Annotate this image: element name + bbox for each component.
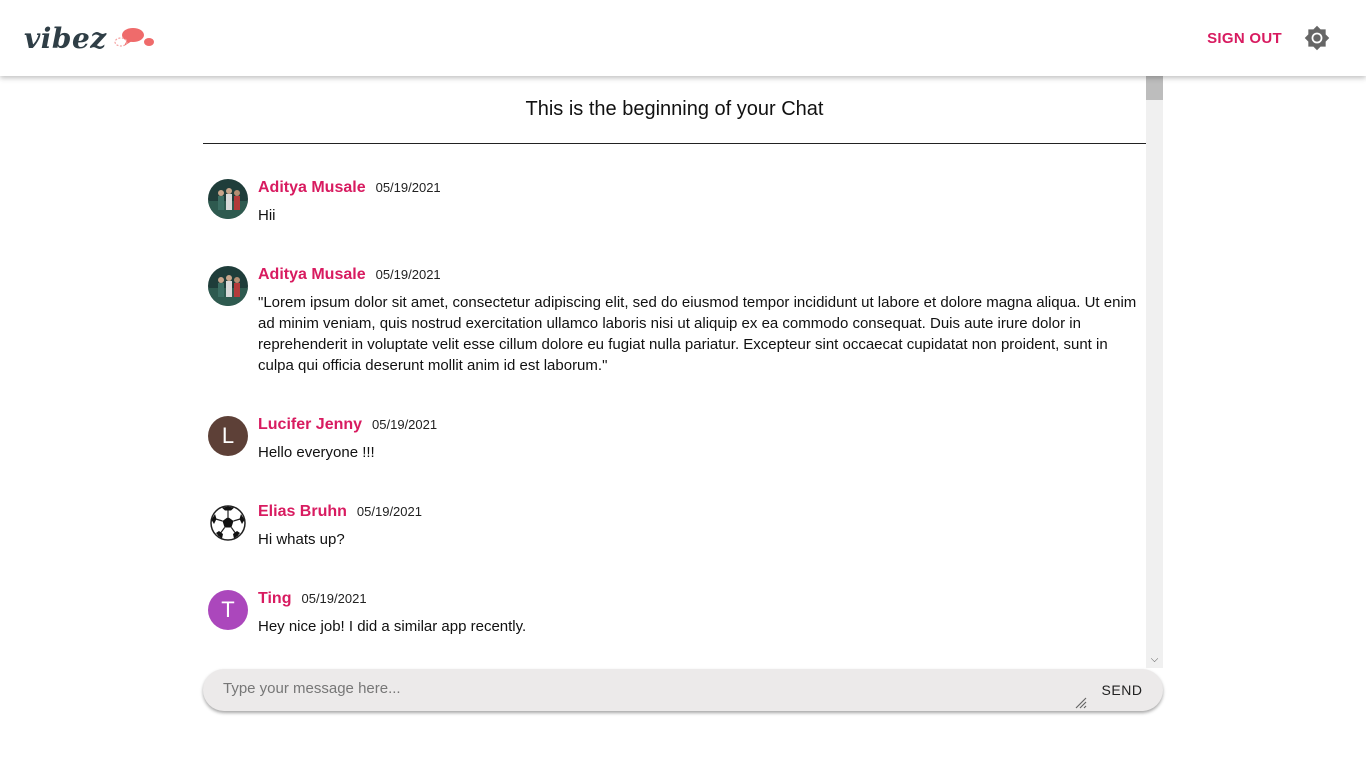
chevron-down-icon[interactable]: ⌵ xyxy=(1146,651,1163,668)
message-item: Aditya Musale 05/19/2021 "Lorem ipsum do… xyxy=(208,266,1143,376)
sign-out-button[interactable]: SIGN OUT xyxy=(1207,30,1282,47)
top-app-bar: vibez SIGN OUT xyxy=(0,0,1366,76)
message-item: L Lucifer Jenny 05/19/2021 Hello everyon… xyxy=(208,416,1143,463)
message-composer: SEND xyxy=(203,669,1163,711)
message-text: Hey nice job! I did a similar app recent… xyxy=(258,618,527,635)
message-date: 05/19/2021 xyxy=(375,267,441,282)
message-item: T Ting 05/19/2021 Hey nice job! I did a … xyxy=(208,590,1143,637)
chat-panel: This is the beginning of your Chat Adity… xyxy=(203,76,1163,668)
letter-avatar[interactable]: L xyxy=(208,416,248,456)
letter-avatar[interactable]: T xyxy=(208,590,248,630)
brightness-icon[interactable] xyxy=(1304,25,1330,51)
group-photo-avatar[interactable] xyxy=(208,179,248,219)
logo-text: vibez xyxy=(24,21,107,55)
group-photo-avatar[interactable] xyxy=(208,266,248,306)
message-author: Lucifer Jenny xyxy=(258,416,363,433)
message-input[interactable] xyxy=(203,669,1089,711)
message-text: "Lorem ipsum dolor sit amet, consectetur… xyxy=(258,294,1137,374)
app-logo[interactable]: vibez xyxy=(24,22,157,55)
message-list-scrollbar[interactable]: ⌵ xyxy=(1146,76,1163,668)
chat-bubbles-icon xyxy=(114,28,154,47)
message-item: Aditya Musale 05/19/2021 Hii xyxy=(208,179,1143,226)
message-list[interactable]: This is the beginning of your Chat Adity… xyxy=(203,76,1146,668)
message-text: Hii xyxy=(258,207,276,224)
message-author: Elias Bruhn xyxy=(258,503,347,520)
message-author: Ting xyxy=(258,590,292,607)
message-item: Elias Bruhn 05/19/2021 Hi whats up? xyxy=(208,503,1143,550)
message-date: 05/19/2021 xyxy=(301,591,367,606)
send-button[interactable]: SEND xyxy=(1089,669,1163,711)
message-author: Aditya Musale xyxy=(258,179,366,196)
soccer-ball-avatar[interactable] xyxy=(208,503,248,543)
message-text: Hi whats up? xyxy=(258,531,345,548)
message-text: Hello everyone !!! xyxy=(258,444,375,461)
message-date: 05/19/2021 xyxy=(356,504,422,519)
message-date: 05/19/2021 xyxy=(372,417,438,432)
message-author: Aditya Musale xyxy=(258,266,366,283)
resize-grip-icon[interactable] xyxy=(1073,695,1087,709)
scrollbar-thumb[interactable] xyxy=(1146,76,1163,100)
message-date: 05/19/2021 xyxy=(375,180,441,195)
header-actions: SIGN OUT xyxy=(1207,25,1330,51)
chat-start-header: This is the beginning of your Chat xyxy=(203,76,1146,144)
